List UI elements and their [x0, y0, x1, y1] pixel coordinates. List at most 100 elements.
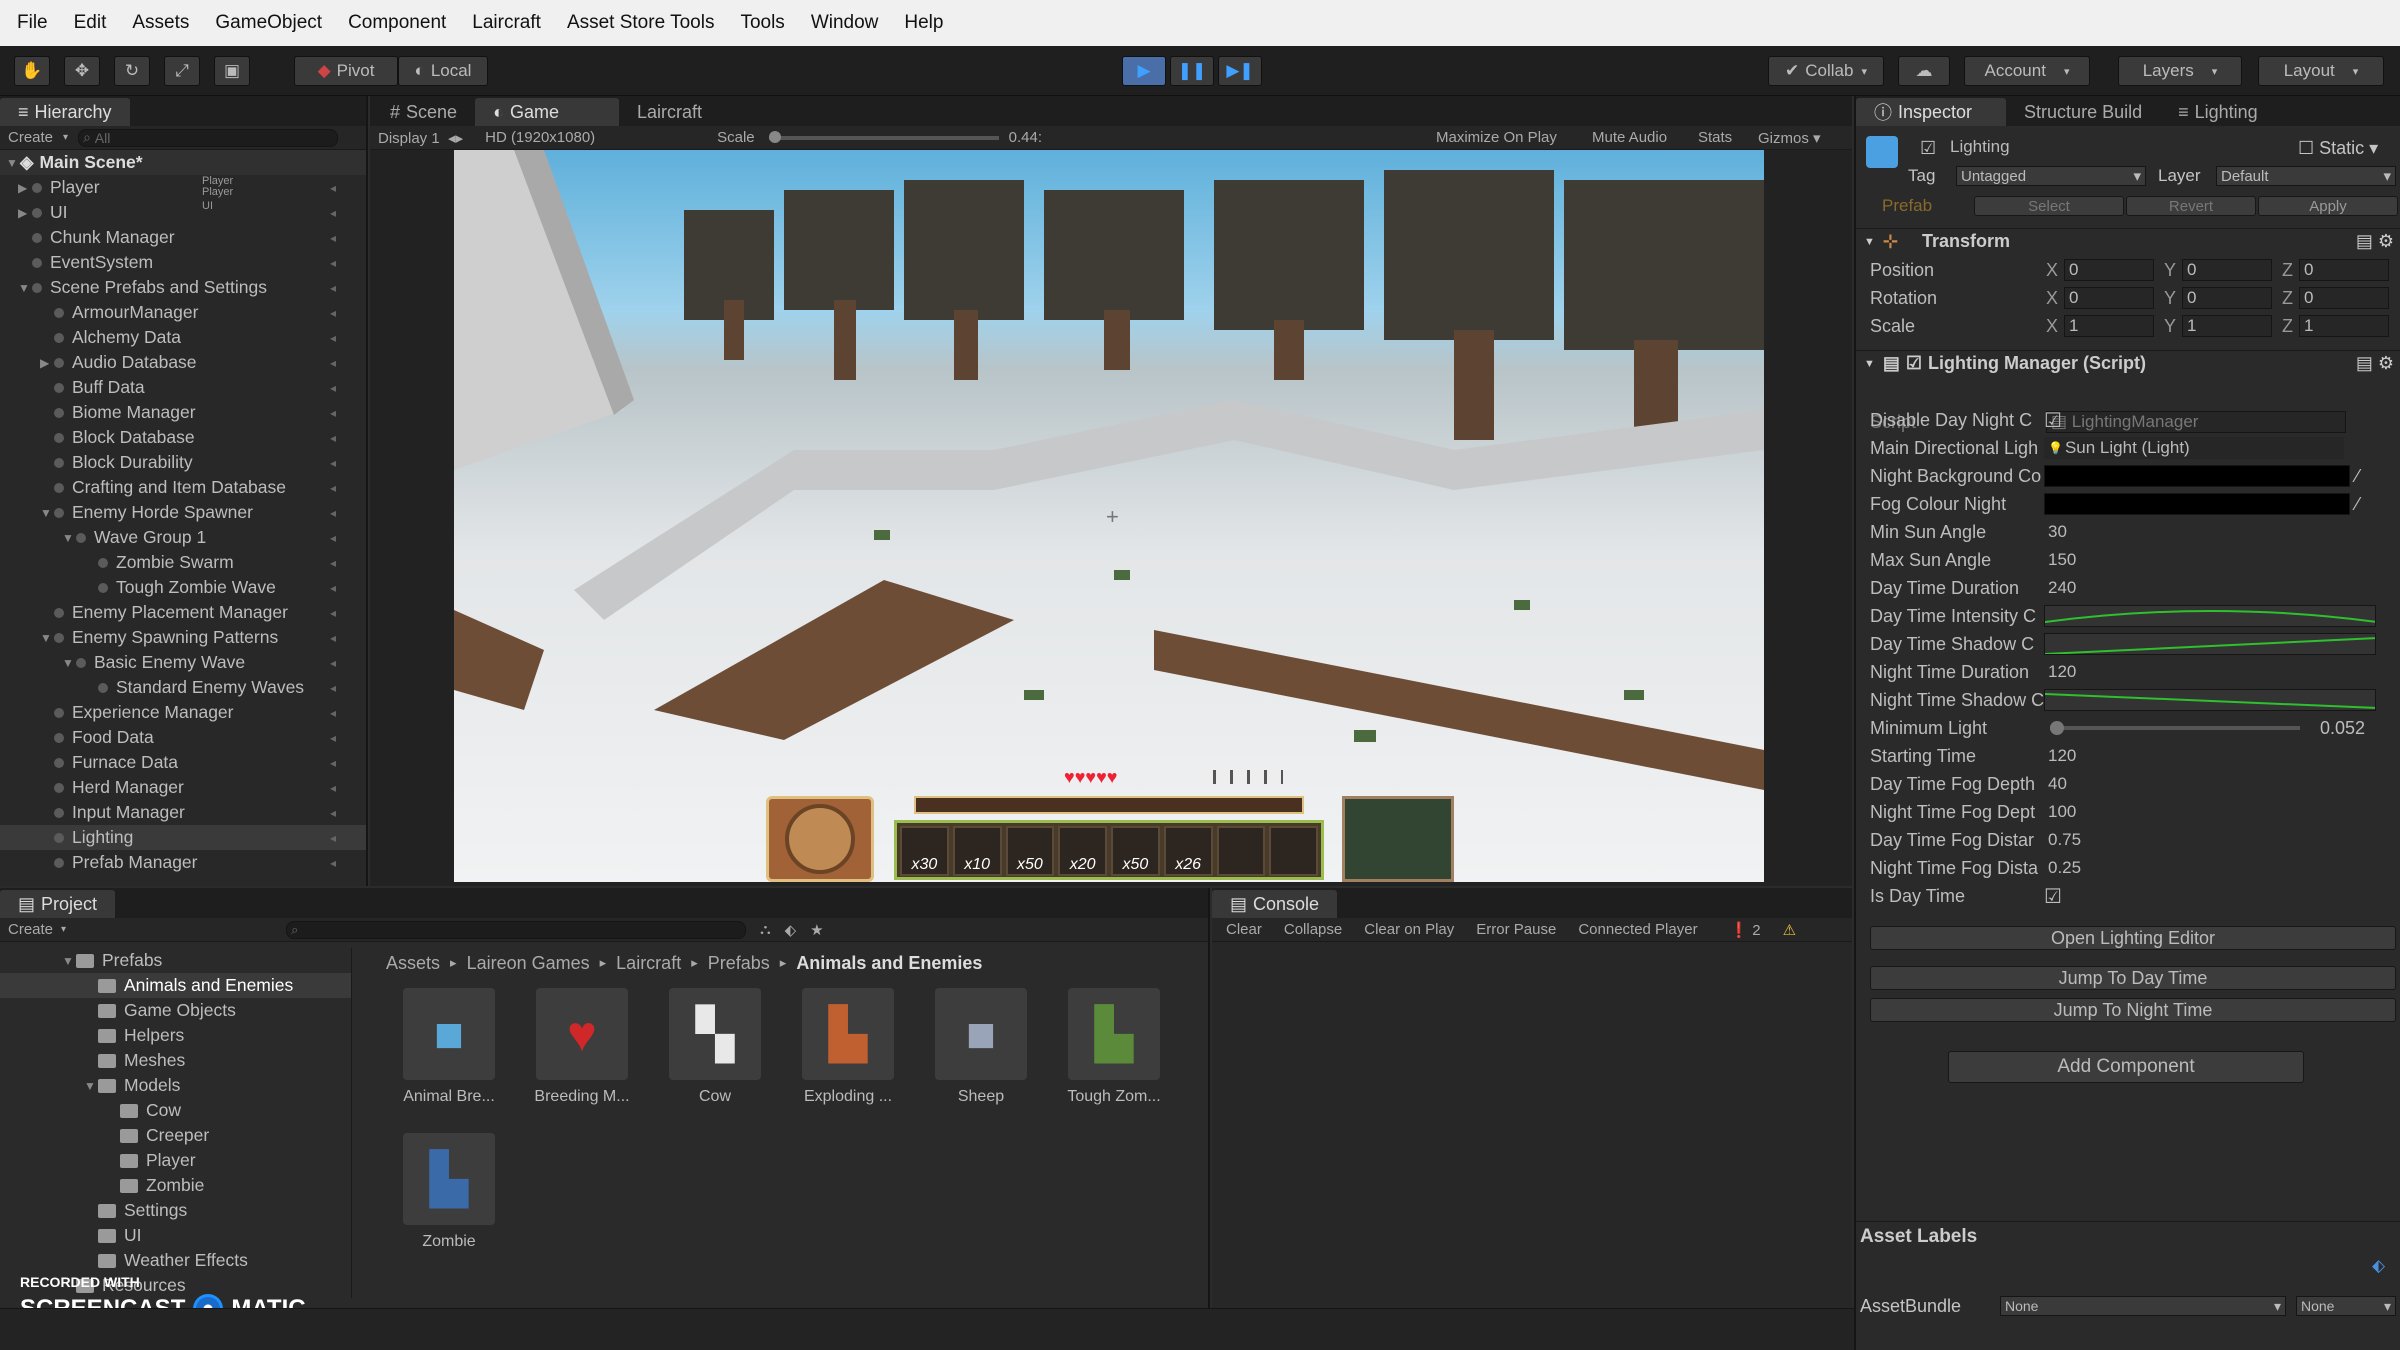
- game-viewport[interactable]: + ♥♥♥♥♥ x30 x10 x50 x20 x50 x26: [454, 150, 1764, 882]
- menu-gameobject[interactable]: GameObject: [202, 12, 335, 34]
- filter-label-icon[interactable]: ⬖: [785, 921, 797, 939]
- eyedropper-icon[interactable]: ⁄: [2356, 466, 2359, 487]
- transform-header[interactable]: ▼ ⊹ Transform ▤ ⚙: [1856, 228, 2400, 254]
- prefab-select-button[interactable]: Select: [1974, 196, 2124, 216]
- color-field[interactable]: [2044, 465, 2350, 487]
- menu-edit[interactable]: Edit: [61, 12, 120, 34]
- hierarchy-item[interactable]: ArmourManager ◂: [0, 300, 366, 325]
- cloud-button[interactable]: ☁: [1898, 56, 1950, 86]
- hierarchy-item[interactable]: Enemy Placement Manager ◂: [0, 600, 366, 625]
- breadcrumb-item[interactable]: Assets: [386, 953, 440, 974]
- console-collapse-button[interactable]: Collapse: [1284, 921, 1342, 938]
- curve-field[interactable]: [2044, 689, 2376, 711]
- folder-item[interactable]: Player: [0, 1148, 351, 1173]
- property-field[interactable]: 💡 Sun Light (Light): [2044, 437, 2344, 459]
- breadcrumb-item[interactable]: Prefabs: [708, 953, 770, 974]
- favorite-star-icon[interactable]: ★: [810, 921, 823, 939]
- hierarchy-item[interactable]: Chunk Manager ◂: [0, 225, 366, 250]
- hierarchy-item[interactable]: ▶ Audio Database ◂: [0, 350, 366, 375]
- curve-field[interactable]: [2044, 605, 2376, 627]
- scene-root[interactable]: ▼ ◈ Main Scene*: [0, 150, 366, 175]
- add-component-button[interactable]: Add Component: [1948, 1051, 2304, 1083]
- property-field[interactable]: 150: [2044, 549, 2376, 571]
- project-search-input[interactable]: ⌕: [286, 920, 747, 939]
- object-name-field[interactable]: Lighting: [1946, 136, 2246, 158]
- menu-asset-store-tools[interactable]: Asset Store Tools: [554, 12, 728, 34]
- color-field[interactable]: [2044, 493, 2350, 515]
- expand-arrow-icon[interactable]: ▼: [62, 954, 76, 968]
- property-field[interactable]: 120: [2044, 745, 2376, 767]
- hierarchy-item[interactable]: Prefab Manager ◂: [0, 850, 366, 875]
- menu-help[interactable]: Help: [891, 12, 956, 34]
- move-tool-button[interactable]: ✥: [64, 56, 100, 86]
- transform-z-field[interactable]: 0: [2299, 259, 2390, 281]
- transform-y-field[interactable]: 0: [2182, 287, 2273, 309]
- prefab-revert-button[interactable]: Revert: [2126, 196, 2256, 216]
- hierarchy-item[interactable]: Zombie Swarm ◂: [0, 550, 366, 575]
- hierarchy-item[interactable]: Input Manager ◂: [0, 800, 366, 825]
- asset-item[interactable]: ▙ Zombie: [394, 1133, 504, 1251]
- tab-hierarchy[interactable]: ≡ Hierarchy: [0, 98, 130, 126]
- hierarchy-item[interactable]: ▶ Player Player Player ◂: [0, 175, 366, 200]
- breadcrumb-item[interactable]: Laireon Games: [467, 953, 590, 974]
- tab-console[interactable]: ▤ Console: [1212, 890, 1338, 918]
- static-toggle[interactable]: ☐ Static ▾: [2298, 138, 2378, 159]
- property-field[interactable]: 0.25: [2044, 857, 2376, 879]
- tab-scene[interactable]: # Scene: [372, 98, 475, 126]
- layout-dropdown[interactable]: Layout ▾: [2258, 56, 2384, 86]
- minimum-light-slider[interactable]: [2050, 721, 2300, 735]
- tag-dropdown[interactable]: Untagged ▾: [1956, 166, 2146, 186]
- pivot-toggle[interactable]: ◆ Pivot: [294, 56, 398, 86]
- step-button[interactable]: ▶❚: [1218, 56, 1262, 86]
- transform-z-field[interactable]: 1: [2299, 315, 2390, 337]
- transform-x-field[interactable]: 0: [2064, 259, 2155, 281]
- rect-tool-button[interactable]: ▣: [214, 56, 250, 86]
- hierarchy-item[interactable]: Biome Manager ◂: [0, 400, 366, 425]
- jump-to-night-time-button[interactable]: Jump To Night Time: [1870, 998, 2396, 1022]
- layer-dropdown[interactable]: Default ▾: [2216, 166, 2396, 186]
- hierarchy-item[interactable]: Block Durability ◂: [0, 450, 366, 475]
- hierarchy-item[interactable]: ▼ Basic Enemy Wave ◂: [0, 650, 366, 675]
- transform-x-field[interactable]: 1: [2064, 315, 2155, 337]
- folder-item[interactable]: Creeper: [0, 1123, 351, 1148]
- asset-item[interactable]: ▙ Tough Zom...: [1059, 988, 1169, 1106]
- rotate-tool-button[interactable]: ↻: [114, 56, 150, 86]
- asset-item[interactable]: ♥ Breeding M...: [527, 988, 637, 1106]
- breadcrumb-item[interactable]: Animals and Enemies: [796, 953, 982, 974]
- active-checkbox[interactable]: ☑: [1920, 138, 1936, 159]
- asset-item[interactable]: ■ Sheep: [926, 988, 1036, 1106]
- hierarchy-item[interactable]: Food Data ◂: [0, 725, 366, 750]
- hierarchy-item[interactable]: Furnace Data ◂: [0, 750, 366, 775]
- transform-y-field[interactable]: 1: [2182, 315, 2273, 337]
- stats-toggle[interactable]: Stats: [1698, 129, 1732, 146]
- hand-tool-button[interactable]: ✋: [14, 56, 50, 86]
- hierarchy-create-button[interactable]: Create: [8, 129, 53, 146]
- jump-to-day-time-button[interactable]: Jump To Day Time: [1870, 966, 2396, 990]
- tab-structure-build[interactable]: Structure Build: [2006, 98, 2160, 126]
- console-clear-button[interactable]: Clear: [1226, 921, 1262, 938]
- prefab-apply-button[interactable]: Apply: [2258, 196, 2398, 216]
- tab-inspector[interactable]: ⓘ Inspector: [1856, 98, 2007, 126]
- local-toggle[interactable]: ◐ Local: [398, 56, 488, 86]
- assetbundle-variant-dropdown[interactable]: None ▾: [2296, 1296, 2396, 1316]
- script-component-header[interactable]: ▼ ▤ ☑ Lighting Manager (Script) ▤ ⚙: [1856, 350, 2400, 376]
- hierarchy-item[interactable]: Block Database ◂: [0, 425, 366, 450]
- hierarchy-item[interactable]: Tough Zombie Wave ◂: [0, 575, 366, 600]
- expand-arrow-icon[interactable]: ▼: [62, 531, 76, 545]
- tab-project[interactable]: ▤ Project: [0, 890, 116, 918]
- gizmos-dropdown[interactable]: Gizmos ▾: [1758, 129, 1821, 147]
- account-dropdown[interactable]: Account ▾: [1964, 56, 2090, 86]
- slider-value[interactable]: 0.052: [2320, 718, 2380, 739]
- folder-item[interactable]: Weather Effects: [0, 1248, 351, 1273]
- scale-slider[interactable]: [768, 130, 999, 143]
- property-checkbox[interactable]: ☑: [2044, 408, 2062, 433]
- expand-arrow-icon[interactable]: ▼: [84, 1079, 98, 1093]
- resolution-dropdown[interactable]: HD (1920x1080): [485, 129, 715, 146]
- hierarchy-search-input[interactable]: ⌕ All: [78, 128, 339, 147]
- property-field[interactable]: 120: [2044, 661, 2376, 683]
- error-count[interactable]: ❗ 2: [1730, 921, 1761, 939]
- hierarchy-item[interactable]: Lighting ◂: [0, 825, 366, 850]
- hierarchy-item[interactable]: ▶ UI UI ◂: [0, 200, 366, 225]
- folder-item[interactable]: Zombie: [0, 1173, 351, 1198]
- menu-tools[interactable]: Tools: [727, 12, 797, 34]
